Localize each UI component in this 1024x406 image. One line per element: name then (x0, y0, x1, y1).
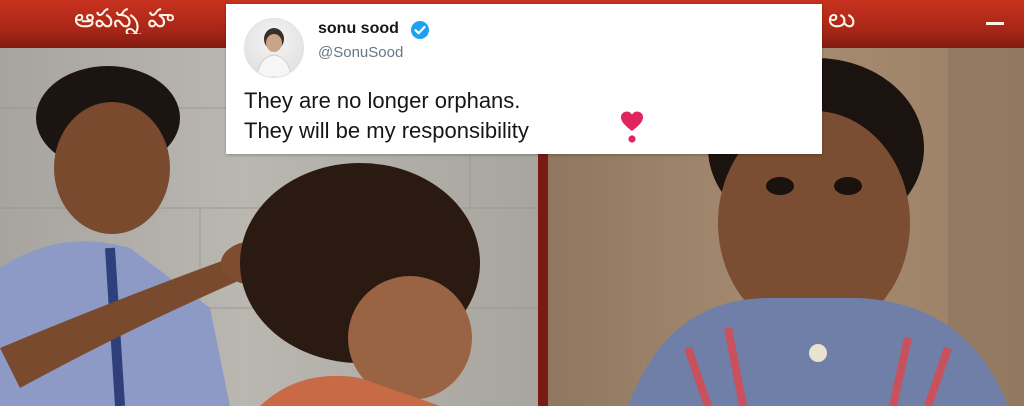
avatar[interactable] (244, 18, 304, 78)
author-handle[interactable]: @SonuSood (318, 44, 403, 61)
banner-text-left: ఆపన్న హ (74, 4, 175, 34)
banner-mark (986, 22, 1004, 37)
verified-badge-icon (411, 21, 429, 39)
avatar-portrait-icon (256, 28, 292, 77)
tweet-card: sonu sood @SonuSood They are no longer o… (226, 4, 822, 154)
tweet-text-line-2: They will be my responsibility (244, 118, 529, 143)
banner-text-right: లు (828, 4, 856, 34)
author-name[interactable]: sonu sood (318, 20, 399, 38)
heart-exclamation-icon (621, 111, 643, 143)
tweet-text-line-1: They are no longer orphans. (244, 88, 521, 113)
